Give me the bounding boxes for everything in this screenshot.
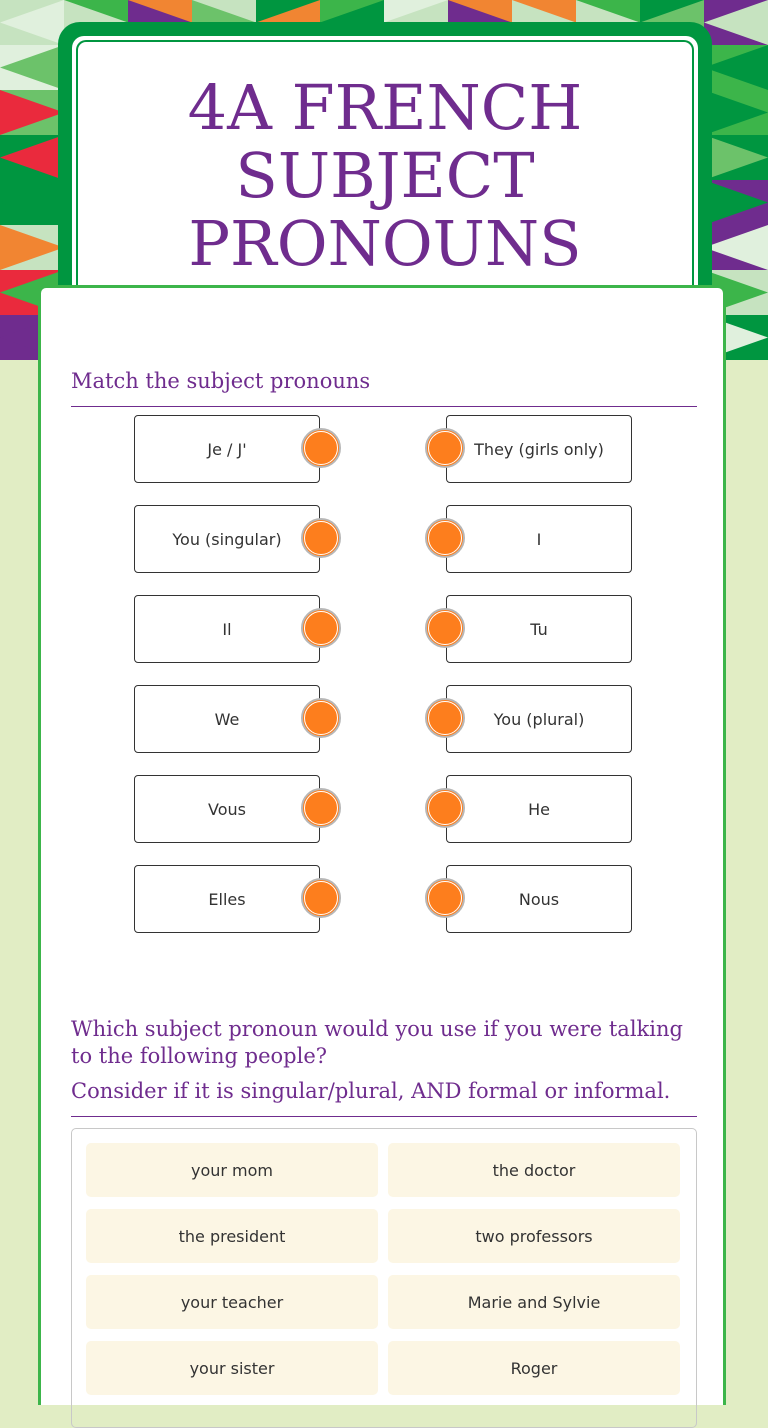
- draggable-tile[interactable]: Roger: [388, 1341, 680, 1395]
- match-card-left[interactable]: Vous: [134, 775, 341, 843]
- connector-dot[interactable]: [301, 878, 341, 918]
- match-card-label: Je / J': [207, 439, 247, 459]
- match-card-label: They (girls only): [474, 439, 604, 459]
- connector-dot[interactable]: [425, 698, 465, 738]
- worksheet-content: Match the subject pronouns Je / J' They (…: [38, 285, 726, 1428]
- match-card-label: You (plural): [493, 709, 585, 729]
- match-card-left[interactable]: Il: [134, 595, 341, 663]
- match-card-right[interactable]: You (plural): [425, 685, 632, 753]
- match-card-label: Nous: [518, 889, 560, 909]
- connector-dot[interactable]: [301, 428, 341, 468]
- draggable-tile[interactable]: your mom: [86, 1143, 378, 1197]
- match-card-right[interactable]: Tu: [425, 595, 632, 663]
- match-card-left[interactable]: We: [134, 685, 341, 753]
- title-card: 4A FRENCH SUBJECT PRONOUNS: [58, 22, 712, 322]
- page-title: 4A FRENCH SUBJECT PRONOUNS: [187, 71, 583, 280]
- match-card-right[interactable]: He: [425, 775, 632, 843]
- draggable-tile[interactable]: your teacher: [86, 1275, 378, 1329]
- match-card-left[interactable]: Je / J': [134, 415, 341, 483]
- connector-dot[interactable]: [425, 788, 465, 828]
- connector-dot[interactable]: [425, 608, 465, 648]
- match-card-label: Elles: [208, 889, 246, 909]
- match-card-label: I: [536, 529, 542, 549]
- heading-divider: [71, 406, 697, 407]
- match-card-right[interactable]: I: [425, 505, 632, 573]
- draggable-tile[interactable]: your sister: [86, 1341, 378, 1395]
- draggable-tile[interactable]: the doctor: [388, 1143, 680, 1197]
- connector-dot[interactable]: [301, 788, 341, 828]
- draggable-tile[interactable]: two professors: [388, 1209, 680, 1263]
- match-card-label: We: [214, 709, 240, 729]
- connector-dot[interactable]: [301, 698, 341, 738]
- connector-dot[interactable]: [425, 878, 465, 918]
- heading-divider: [71, 1116, 697, 1117]
- match-card-left[interactable]: Elles: [134, 865, 341, 933]
- sorting-tiles-box: your mom the doctor the president two profe…: [71, 1128, 697, 1428]
- sorting-heading: Which subject pronoun would you use if y…: [71, 1017, 683, 1068]
- connector-dot[interactable]: [301, 518, 341, 558]
- match-card-label: You (singular): [172, 529, 282, 549]
- connector-dot[interactable]: [425, 518, 465, 558]
- match-card-label: Vous: [208, 799, 246, 819]
- match-card-label: Il: [222, 619, 232, 639]
- matching-heading: Match the subject pronouns: [71, 369, 371, 393]
- draggable-tile[interactable]: the president: [86, 1209, 378, 1263]
- sorting-subheading: Consider if it is singular/plural, AND f…: [71, 1079, 671, 1103]
- match-card-left[interactable]: You (singular): [134, 505, 341, 573]
- match-card-right[interactable]: They (girls only): [425, 415, 632, 483]
- connector-dot[interactable]: [425, 428, 465, 468]
- match-card-label: Tu: [530, 619, 548, 639]
- connector-dot[interactable]: [301, 608, 341, 648]
- match-card-right[interactable]: Nous: [425, 865, 632, 933]
- draggable-tile[interactable]: Marie and Sylvie: [388, 1275, 680, 1329]
- match-card-label: He: [528, 799, 550, 819]
